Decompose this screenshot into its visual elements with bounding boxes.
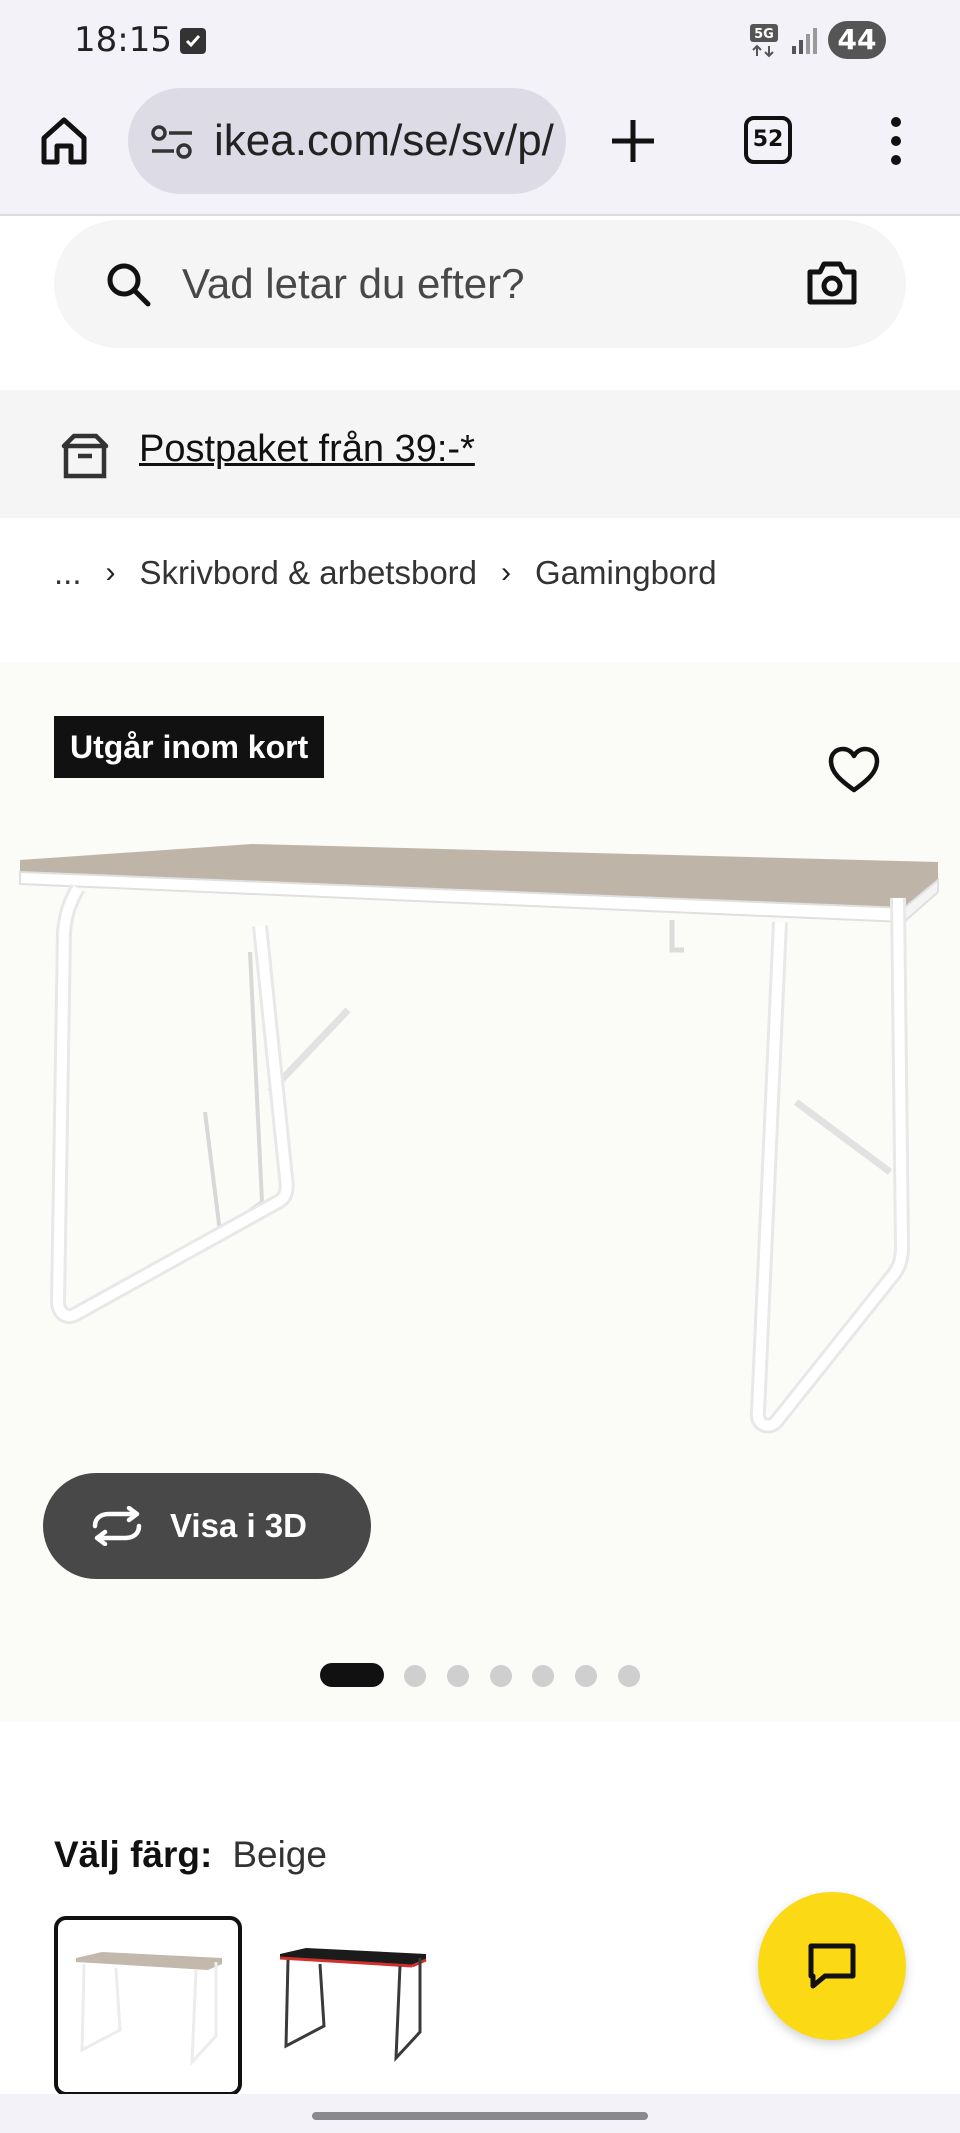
pagination-dot-2[interactable] xyxy=(404,1665,426,1687)
battery-indicator: 44 xyxy=(828,21,886,59)
breadcrumb-ellipsis[interactable]: ... xyxy=(54,554,82,592)
box-icon xyxy=(60,430,110,480)
url-text[interactable]: ikea.com/se/sv/p/ xyxy=(214,116,554,166)
rotate-3d-icon xyxy=(89,1505,145,1547)
chevron-right-icon: › xyxy=(105,556,116,589)
search-input[interactable]: Vad letar du efter? xyxy=(54,220,906,348)
camera-icon[interactable] xyxy=(806,258,858,308)
pagination-dot-4[interactable] xyxy=(490,1665,512,1687)
delivery-link[interactable]: Postpaket från 39:-* xyxy=(139,428,475,471)
status-time: 18:15 xyxy=(74,20,172,60)
breadcrumb-item-desks[interactable]: Skrivbord & arbetsbord xyxy=(140,554,478,592)
browser-toolbar: ikea.com/se/sv/p/ 52 xyxy=(0,82,960,216)
home-button[interactable] xyxy=(36,112,92,168)
product-image-desk[interactable] xyxy=(0,832,960,1452)
tabs-button[interactable]: 52 xyxy=(744,116,792,164)
gesture-handle[interactable] xyxy=(312,2112,648,2120)
heart-icon xyxy=(828,746,880,793)
product-gallery: Utgår inom kort Visa i 3D xyxy=(0,662,960,1722)
plus-icon xyxy=(612,120,654,162)
pagination-dot-7[interactable] xyxy=(618,1665,640,1687)
view-3d-label: Visa i 3D xyxy=(170,1507,307,1544)
menu-button[interactable] xyxy=(876,114,916,168)
color-select-label: Välj färg: Beige xyxy=(54,1834,327,1876)
svg-text:5G: 5G xyxy=(754,27,774,42)
gesture-navigation-bar xyxy=(0,2094,960,2133)
network-5g-icon: 5G xyxy=(748,22,788,58)
home-icon xyxy=(41,117,87,165)
breadcrumb-item-gaming-desks[interactable]: Gamingbord xyxy=(535,554,717,592)
new-tab-button[interactable] xyxy=(608,116,658,166)
image-pagination xyxy=(0,1663,960,1689)
pagination-dot-5[interactable] xyxy=(532,1665,554,1687)
menu-icon xyxy=(891,117,901,165)
color-swatch-beige[interactable] xyxy=(54,1916,242,2096)
chat-button[interactable] xyxy=(758,1892,906,2040)
search-placeholder: Vad letar du efter? xyxy=(182,260,525,307)
chat-icon xyxy=(808,1943,856,1989)
delivery-banner: Postpaket från 39:-* xyxy=(0,390,960,518)
tune-icon[interactable] xyxy=(150,124,194,160)
color-label-text: Välj färg: xyxy=(54,1834,213,1875)
checkbox-notification-icon xyxy=(180,28,206,54)
pagination-dot-6[interactable] xyxy=(575,1665,597,1687)
status-badge: Utgår inom kort xyxy=(54,716,325,778)
pagination-dot-1[interactable] xyxy=(320,1663,384,1687)
status-bar: 18:15 5G 44 xyxy=(0,0,960,82)
signal-icon xyxy=(790,26,820,56)
pagination-dot-3[interactable] xyxy=(447,1665,469,1687)
search-icon xyxy=(104,260,154,310)
view-3d-button[interactable]: Visa i 3D xyxy=(43,1473,371,1579)
chevron-right-icon: › xyxy=(501,556,512,589)
color-value: Beige xyxy=(232,1834,327,1875)
color-swatch-black-red[interactable] xyxy=(262,1916,450,2096)
breadcrumb: ... › Skrivbord & arbetsbord › Gamingbor… xyxy=(54,554,717,592)
address-bar[interactable]: ikea.com/se/sv/p/ xyxy=(128,88,566,194)
favorite-button[interactable] xyxy=(826,744,882,796)
